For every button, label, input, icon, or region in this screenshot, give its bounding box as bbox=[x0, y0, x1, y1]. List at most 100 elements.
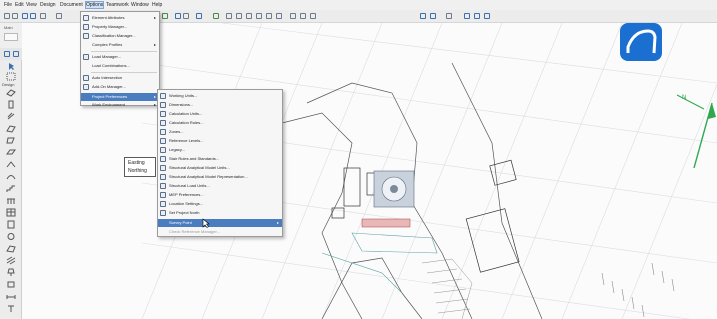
navigator-icon[interactable] bbox=[4, 51, 10, 57]
menu-file[interactable]: File bbox=[4, 2, 12, 8]
beam-tool[interactable] bbox=[6, 136, 16, 145]
undo-icon[interactable] bbox=[4, 13, 10, 19]
menu-item-location-settings[interactable]: Location Settings... bbox=[158, 200, 282, 208]
teamwork-send-icon[interactable] bbox=[420, 13, 426, 19]
render-icon[interactable] bbox=[213, 13, 219, 19]
menu-edit[interactable]: Edit bbox=[15, 2, 24, 8]
menu-item-project-preferences[interactable]: Project Preferences ▸ bbox=[81, 93, 159, 101]
inject-icon[interactable] bbox=[30, 13, 36, 19]
railing-tool[interactable] bbox=[6, 196, 16, 205]
object-icon bbox=[7, 233, 15, 240]
menu-item-structural-load-units[interactable]: Structural Load Units... bbox=[158, 182, 282, 190]
column-tool[interactable] bbox=[6, 124, 16, 133]
menu-separator bbox=[91, 51, 157, 52]
menu-item-add-on-manager[interactable]: Add-On Manager... bbox=[81, 83, 159, 91]
menu-item-property-manager[interactable]: Property Manager... bbox=[81, 23, 159, 31]
menu-item-working-units[interactable]: Working Units... bbox=[158, 92, 282, 100]
hide-icon[interactable] bbox=[183, 13, 189, 19]
grid-icon[interactable] bbox=[196, 13, 202, 19]
shell-tool[interactable] bbox=[6, 172, 16, 181]
dimension-tool[interactable] bbox=[6, 292, 16, 301]
object-tool[interactable] bbox=[6, 232, 16, 241]
stair-icon bbox=[160, 156, 166, 162]
dimension-icon bbox=[6, 295, 16, 299]
lamp-icon bbox=[7, 268, 15, 276]
menu-item-load-combinations[interactable]: Load Combinations... bbox=[81, 62, 159, 70]
redo-icon[interactable] bbox=[12, 13, 18, 19]
stretch-icon[interactable] bbox=[290, 13, 296, 19]
pointer-tool-icon[interactable] bbox=[40, 13, 46, 19]
menu-design[interactable]: Design bbox=[40, 2, 56, 8]
slab-tool[interactable] bbox=[6, 148, 16, 157]
3d-view-icon[interactable] bbox=[464, 13, 470, 19]
trim-icon[interactable] bbox=[246, 13, 252, 19]
menu-item-load-manager[interactable]: Load Manager... bbox=[81, 53, 159, 61]
menu-item-classification-manager[interactable]: Classification Manager... bbox=[81, 32, 159, 40]
menu-teamwork[interactable]: Teamwork bbox=[106, 2, 129, 8]
menu-item-set-project-north[interactable]: Set Project North bbox=[158, 209, 282, 217]
geometry-method-control[interactable] bbox=[4, 33, 18, 41]
menu-document[interactable]: Document bbox=[60, 2, 83, 8]
menu-item-check-reference-manager: Check Reference Manager... bbox=[169, 229, 220, 234]
lamp-tool[interactable] bbox=[6, 268, 16, 277]
menu-item-stair-rules[interactable]: Stair Rules and Standards... bbox=[158, 155, 282, 163]
struct-rep-icon bbox=[160, 174, 166, 180]
window-tool[interactable] bbox=[6, 112, 16, 121]
menu-bar: File Edit View Design Document Options T… bbox=[0, 0, 717, 10]
menu-item-survey-point[interactable]: Survey Point ▸ bbox=[158, 219, 282, 227]
offset-icon[interactable] bbox=[266, 13, 272, 19]
section-icon[interactable] bbox=[474, 13, 480, 19]
pick-up-icon[interactable] bbox=[22, 13, 28, 19]
menu-item-complex-profiles[interactable]: Complex Profiles ▸ bbox=[81, 41, 159, 49]
menu-item-calculation-rules[interactable]: Calculation Rules... bbox=[158, 119, 282, 127]
morph-tool[interactable] bbox=[6, 220, 16, 229]
text-tool[interactable] bbox=[6, 304, 16, 313]
fillet-icon[interactable] bbox=[276, 13, 282, 19]
guide-icon[interactable] bbox=[226, 13, 232, 19]
plan-view-icon[interactable] bbox=[13, 51, 19, 57]
submenu-arrow-icon: ▸ bbox=[276, 220, 279, 225]
snap-icon[interactable] bbox=[236, 13, 242, 19]
menu-item-mep-preferences[interactable]: MEP Preferences... bbox=[158, 191, 282, 199]
menu-window[interactable]: Window bbox=[131, 2, 149, 8]
arrow-tool[interactable] bbox=[6, 62, 16, 71]
view-map-icon[interactable] bbox=[446, 13, 452, 19]
menu-options[interactable]: Options bbox=[84, 1, 105, 9]
zone-tool[interactable] bbox=[6, 244, 16, 253]
teamwork-receive-icon[interactable] bbox=[430, 13, 436, 19]
submenu-arrow-icon: ▸ bbox=[153, 94, 156, 99]
skylight-icon bbox=[7, 281, 15, 288]
gravity-icon[interactable] bbox=[162, 13, 168, 19]
marquee-tool[interactable] bbox=[6, 72, 16, 81]
layer-icon[interactable] bbox=[175, 13, 181, 19]
menu-view[interactable]: View bbox=[26, 2, 37, 8]
resize-icon[interactable] bbox=[300, 13, 306, 19]
elevation-icon[interactable] bbox=[484, 13, 490, 19]
options-menu: Element Attributes ▸ Property Manager...… bbox=[80, 11, 160, 107]
menu-item-structural-model-units[interactable]: Structural Analytical Model Units... bbox=[158, 164, 282, 172]
menu-item-work-environment[interactable]: Work Environment ▸ bbox=[81, 102, 159, 107]
arrow-dropdown-icon[interactable] bbox=[56, 13, 62, 19]
menu-item-element-attributes[interactable]: Element Attributes ▸ bbox=[81, 14, 159, 22]
wall-tool[interactable] bbox=[6, 88, 16, 97]
stair-tool[interactable] bbox=[6, 184, 16, 193]
menu-item-structural-model-representation[interactable]: Structural Analytical Model Representati… bbox=[158, 173, 282, 181]
split-icon[interactable] bbox=[256, 13, 262, 19]
door-tool[interactable] bbox=[6, 100, 16, 109]
menu-item-dimensions[interactable]: Dimensions... bbox=[158, 101, 282, 109]
menu-help[interactable]: Help bbox=[152, 2, 162, 8]
mesh-tool[interactable] bbox=[6, 256, 16, 265]
roof-tool[interactable] bbox=[6, 160, 16, 169]
menu-item-auto-intersection[interactable]: Auto Intersection bbox=[81, 74, 159, 82]
menu-item-zones[interactable]: Zones... bbox=[158, 128, 282, 136]
calc-units-icon bbox=[160, 111, 166, 117]
skylight-tool[interactable] bbox=[6, 280, 16, 289]
north-arrow-icon: N bbox=[676, 94, 716, 169]
menu-item-legacy[interactable]: Legacy... bbox=[158, 146, 282, 154]
menu-item-reference-levels[interactable]: Reference Levels... bbox=[158, 137, 282, 145]
curtain-wall-tool[interactable] bbox=[6, 208, 16, 217]
window-icon bbox=[7, 112, 15, 120]
mirror-icon[interactable] bbox=[310, 13, 316, 19]
menu-item-calculation-units[interactable]: Calculation Units... bbox=[158, 110, 282, 118]
arrow-tool-icon bbox=[9, 63, 14, 70]
